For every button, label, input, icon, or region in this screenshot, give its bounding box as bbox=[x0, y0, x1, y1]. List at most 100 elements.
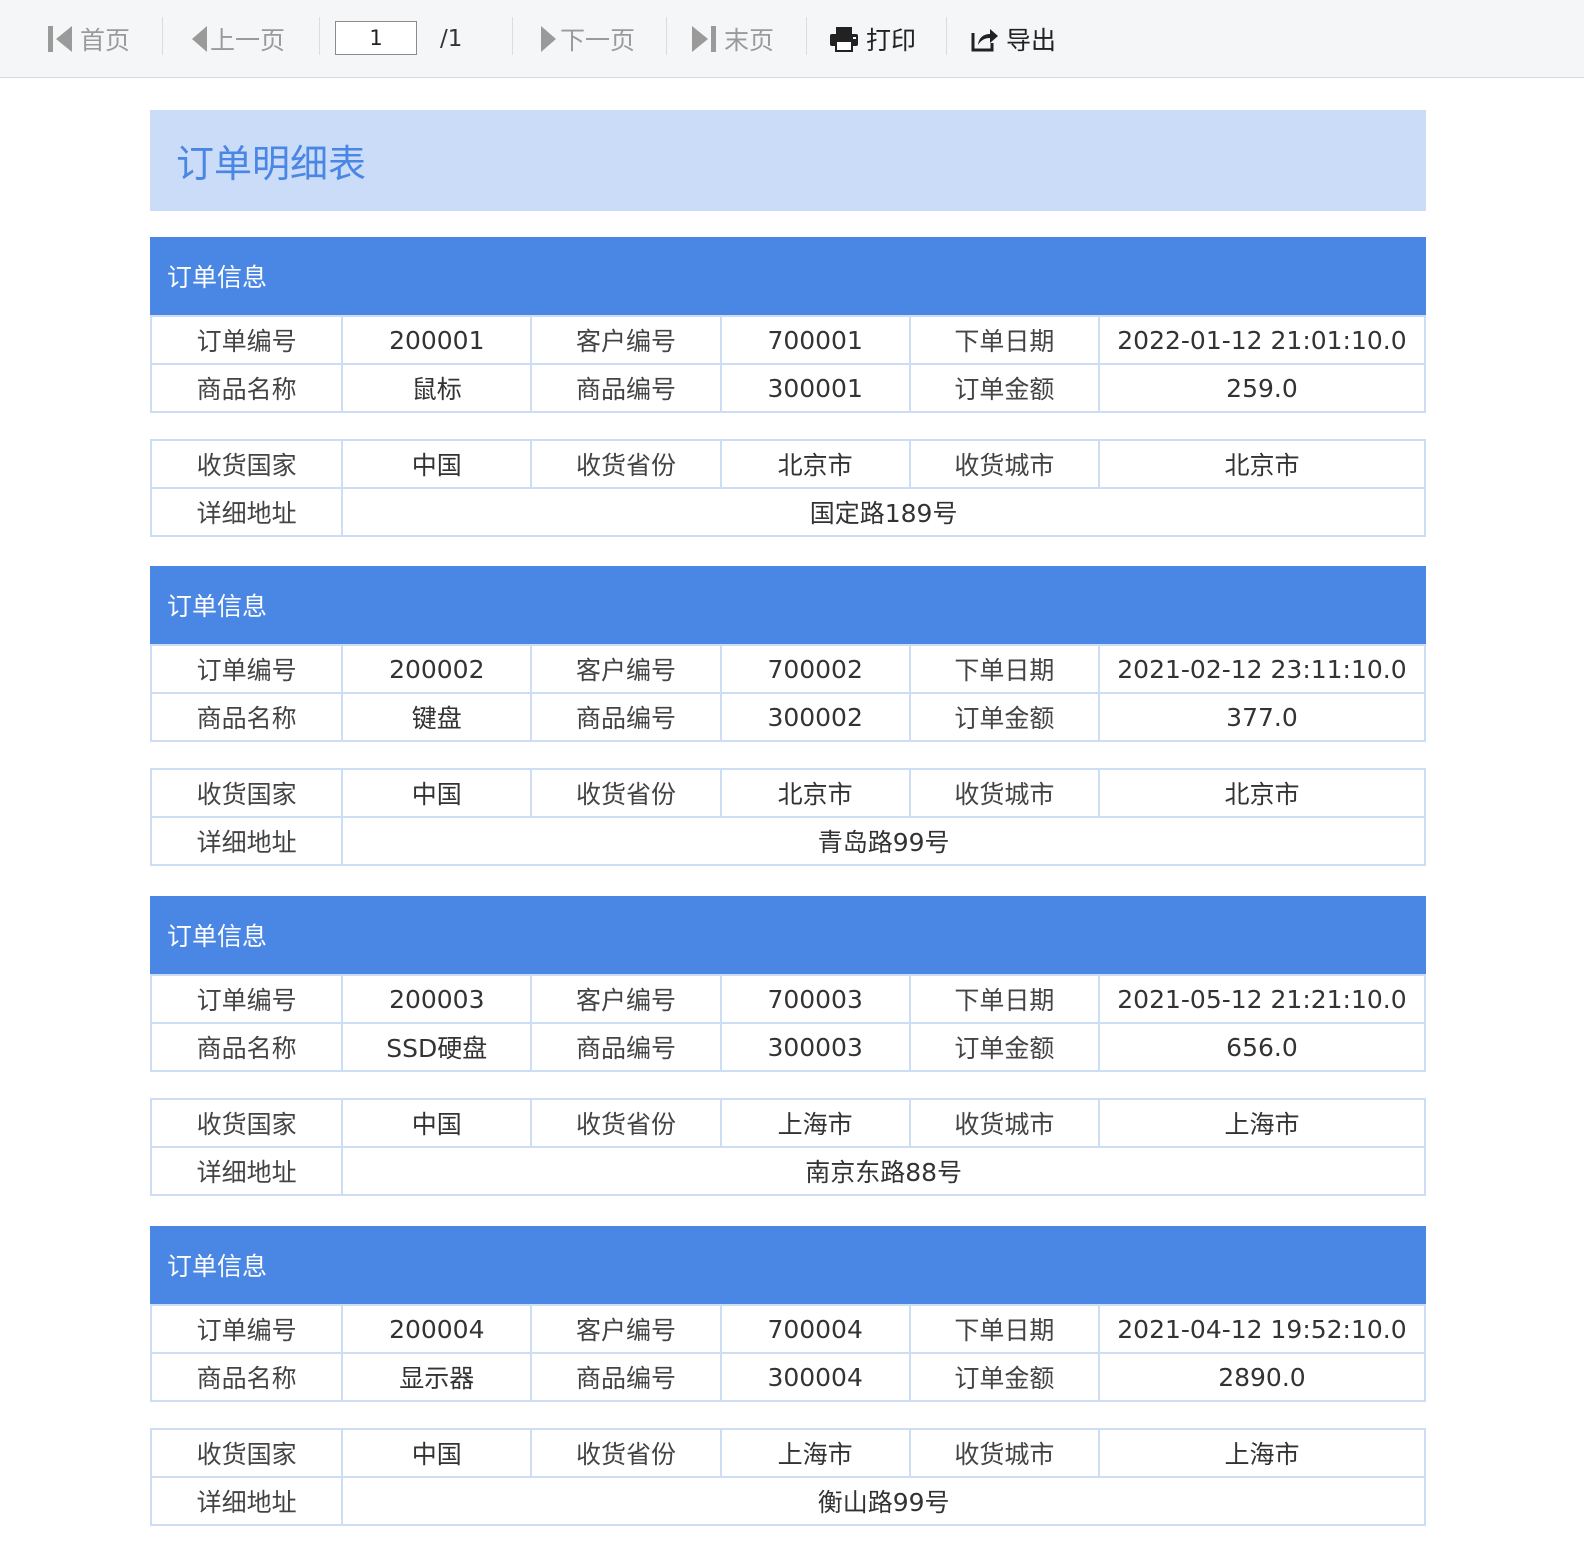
next-page-button[interactable]: 下一页 bbox=[540, 0, 635, 78]
country-label: 收货国家 bbox=[149, 1098, 344, 1148]
province-value: 北京市 bbox=[719, 768, 911, 818]
last-page-label: 末页 bbox=[724, 26, 775, 55]
print-label: 打印 bbox=[866, 26, 917, 55]
order-id-label: 订单编号 bbox=[149, 644, 344, 694]
table-row: 订单编号 200004 客户编号 700004 下单日期 2021-04-12 19:52… bbox=[149, 1304, 1427, 1354]
export-label: 导出 bbox=[1006, 26, 1057, 55]
product-name-label: 商品名称 bbox=[149, 1352, 344, 1402]
province-label: 收货省份 bbox=[530, 768, 722, 818]
print-button[interactable]: 打印 bbox=[828, 0, 916, 78]
customer-id-value: 700001 bbox=[719, 315, 911, 365]
first-page-icon bbox=[46, 24, 74, 54]
product-name-label: 商品名称 bbox=[149, 692, 344, 742]
order-section: 订单信息 订单编号 200002 客户编号 700002 下单日期 2021-02-12 2… bbox=[149, 566, 1427, 866]
product-id-label: 商品编号 bbox=[530, 692, 722, 742]
order-id-label: 订单编号 bbox=[149, 1304, 344, 1354]
shipping-info-table: 收货国家 中国 收货省份 上海市 收货城市 上海市 详细地址 衡山路99号 bbox=[149, 1428, 1427, 1526]
order-date-value: 2021-02-12 23:11:10.0 bbox=[1097, 644, 1427, 694]
table-row: 订单编号 200002 客户编号 700002 下单日期 2021-02-12 23:11… bbox=[149, 644, 1427, 694]
city-label: 收货城市 bbox=[908, 1428, 1100, 1478]
address-label: 详细地址 bbox=[149, 1476, 344, 1526]
address-value: 青岛路99号 bbox=[341, 816, 1426, 866]
city-value: 北京市 bbox=[1097, 439, 1427, 489]
city-label: 收货城市 bbox=[908, 768, 1100, 818]
province-label: 收货省份 bbox=[530, 1428, 722, 1478]
amount-value: 2890.0 bbox=[1097, 1352, 1427, 1402]
address-label: 详细地址 bbox=[149, 1146, 344, 1196]
city-label: 收货城市 bbox=[908, 439, 1100, 489]
table-row: 商品名称 鼠标 商品编号 300001 订单金额 259.0 bbox=[149, 363, 1427, 413]
amount-label: 订单金额 bbox=[908, 363, 1100, 413]
order-info-table: 订单编号 200001 客户编号 700001 下单日期 2022-01-12 21:01… bbox=[149, 315, 1427, 413]
order-id-value: 200001 bbox=[341, 315, 533, 365]
country-label: 收货国家 bbox=[149, 439, 344, 489]
first-page-button[interactable]: 首页 bbox=[46, 0, 130, 78]
export-button[interactable]: 导出 bbox=[970, 0, 1056, 78]
order-id-value: 200004 bbox=[341, 1304, 533, 1354]
order-id-value: 200003 bbox=[341, 974, 533, 1024]
customer-id-value: 700002 bbox=[719, 644, 911, 694]
toolbar-divider bbox=[666, 17, 667, 55]
order-date-value: 2021-04-12 19:52:10.0 bbox=[1097, 1304, 1427, 1354]
prev-page-label: 上一页 bbox=[210, 26, 286, 55]
product-id-value: 300002 bbox=[719, 692, 911, 742]
product-id-label: 商品编号 bbox=[530, 363, 722, 413]
city-value: 上海市 bbox=[1097, 1098, 1427, 1148]
city-value: 北京市 bbox=[1097, 768, 1427, 818]
amount-label: 订单金额 bbox=[908, 692, 1100, 742]
table-row: 收货国家 中国 收货省份 北京市 收货城市 北京市 bbox=[149, 768, 1427, 818]
country-label: 收货国家 bbox=[149, 768, 344, 818]
address-value: 衡山路99号 bbox=[341, 1476, 1426, 1526]
city-value: 上海市 bbox=[1097, 1428, 1427, 1478]
section-header: 订单信息 bbox=[150, 566, 1426, 644]
country-value: 中国 bbox=[341, 439, 533, 489]
table-row: 订单编号 200003 客户编号 700003 下单日期 2021-05-12 21:21… bbox=[149, 974, 1427, 1024]
product-id-value: 300004 bbox=[719, 1352, 911, 1402]
address-value: 国定路189号 bbox=[341, 487, 1426, 537]
amount-label: 订单金额 bbox=[908, 1352, 1100, 1402]
product-name-value: 显示器 bbox=[341, 1352, 533, 1402]
table-row: 收货国家 中国 收货省份 上海市 收货城市 上海市 bbox=[149, 1098, 1427, 1148]
next-page-icon bbox=[540, 24, 558, 54]
table-row: 订单编号 200001 客户编号 700001 下单日期 2022-01-12 21:01… bbox=[149, 315, 1427, 365]
customer-id-label: 客户编号 bbox=[530, 974, 722, 1024]
customer-id-value: 700004 bbox=[719, 1304, 911, 1354]
page-total: /1 bbox=[440, 26, 463, 52]
page-number-input[interactable] bbox=[335, 21, 417, 55]
order-info-table: 订单编号 200002 客户编号 700002 下单日期 2021-02-12 23:11… bbox=[149, 644, 1427, 742]
last-page-button[interactable]: 末页 bbox=[690, 0, 774, 78]
table-row: 收货国家 中国 收货省份 上海市 收货城市 上海市 bbox=[149, 1428, 1427, 1478]
customer-id-label: 客户编号 bbox=[530, 1304, 722, 1354]
next-page-label: 下一页 bbox=[560, 26, 636, 55]
last-page-icon bbox=[690, 24, 718, 54]
province-label: 收货省份 bbox=[530, 1098, 722, 1148]
report-title: 订单明细表 bbox=[150, 110, 1426, 211]
amount-label: 订单金额 bbox=[908, 1022, 1100, 1072]
order-date-value: 2022-01-12 21:01:10.0 bbox=[1097, 315, 1427, 365]
customer-id-label: 客户编号 bbox=[530, 644, 722, 694]
first-page-label: 首页 bbox=[80, 26, 131, 55]
table-row: 详细地址 衡山路99号 bbox=[149, 1476, 1426, 1526]
amount-value: 656.0 bbox=[1097, 1022, 1427, 1072]
product-id-value: 300003 bbox=[719, 1022, 911, 1072]
order-info-table: 订单编号 200003 客户编号 700003 下单日期 2021-05-12 21:21… bbox=[149, 974, 1427, 1072]
order-date-label: 下单日期 bbox=[908, 1304, 1100, 1354]
amount-value: 259.0 bbox=[1097, 363, 1427, 413]
product-name-label: 商品名称 bbox=[149, 363, 344, 413]
country-value: 中国 bbox=[341, 768, 533, 818]
country-value: 中国 bbox=[341, 1098, 533, 1148]
customer-id-value: 700003 bbox=[719, 974, 911, 1024]
toolbar-divider bbox=[946, 17, 947, 55]
shipping-info-table: 收货国家 中国 收货省份 北京市 收货城市 北京市 详细地址 国定路189号 bbox=[149, 439, 1427, 537]
export-icon bbox=[970, 25, 1000, 53]
table-row: 详细地址 国定路189号 bbox=[149, 487, 1426, 537]
product-name-value: 键盘 bbox=[341, 692, 533, 742]
address-label: 详细地址 bbox=[149, 487, 344, 537]
prev-page-button[interactable]: 上一页 bbox=[190, 0, 285, 78]
province-value: 上海市 bbox=[719, 1098, 911, 1148]
order-date-label: 下单日期 bbox=[908, 644, 1100, 694]
province-value: 上海市 bbox=[719, 1428, 911, 1478]
city-label: 收货城市 bbox=[908, 1098, 1100, 1148]
order-id-label: 订单编号 bbox=[149, 974, 344, 1024]
prev-page-icon bbox=[190, 24, 208, 54]
